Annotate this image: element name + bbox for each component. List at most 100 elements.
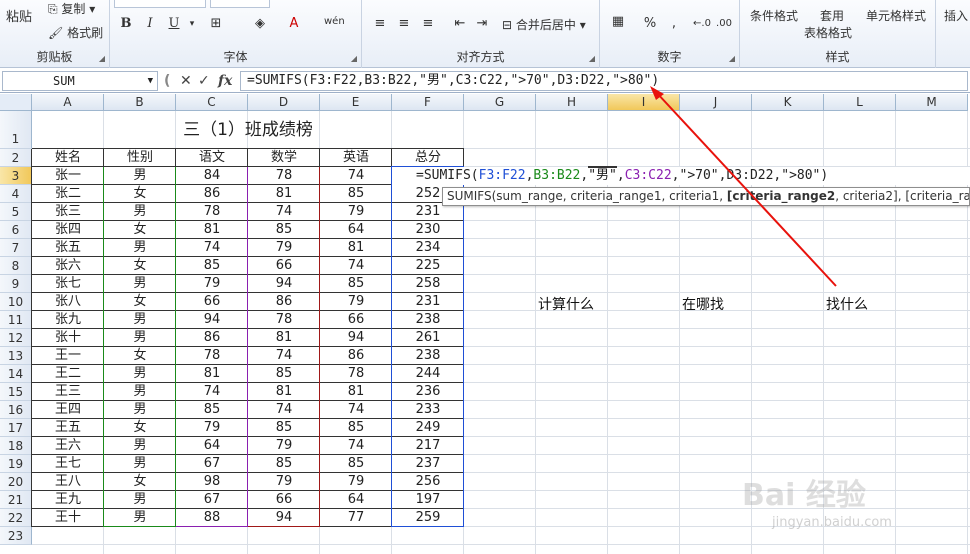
column-header-K[interactable]: K [752, 94, 824, 111]
column-header-J[interactable]: J [680, 94, 752, 111]
data-cell[interactable]: 233 [392, 401, 464, 419]
format-painter-button[interactable]: 🖌 格式刷 [48, 24, 103, 41]
data-cell[interactable]: 256 [392, 473, 464, 491]
data-cell[interactable]: 85 [176, 401, 248, 419]
fill-color-icon[interactable]: ◈ [250, 14, 270, 34]
data-cell[interactable]: 女 [104, 419, 176, 437]
conditional-format-button[interactable]: 条件格式 [750, 7, 798, 24]
data-cell[interactable]: 王七 [32, 455, 104, 473]
data-cell[interactable]: 261 [392, 329, 464, 347]
row-header-18[interactable]: 18 [0, 437, 32, 455]
data-cell[interactable]: 张九 [32, 311, 104, 329]
data-cell[interactable]: 94 [248, 509, 320, 527]
data-cell[interactable]: 王十 [32, 509, 104, 527]
data-cell[interactable]: 74 [248, 347, 320, 365]
font-launcher-icon[interactable]: ◢ [351, 54, 357, 63]
row-header-22[interactable]: 22 [0, 509, 32, 527]
header-cell[interactable]: 语文 [176, 149, 248, 167]
row-header-9[interactable]: 9 [0, 275, 32, 293]
row-header-16[interactable]: 16 [0, 401, 32, 419]
data-cell[interactable]: 231 [392, 293, 464, 311]
name-box-dropdown-icon[interactable]: ▼ [148, 72, 153, 90]
align-left-icon[interactable]: ≡ [370, 14, 390, 34]
data-cell[interactable]: 男 [104, 311, 176, 329]
data-cell[interactable]: 85 [248, 221, 320, 239]
data-cell[interactable]: 女 [104, 185, 176, 203]
data-cell[interactable]: 王八 [32, 473, 104, 491]
data-cell[interactable]: 234 [392, 239, 464, 257]
data-cell[interactable]: 78 [248, 167, 320, 185]
data-cell[interactable]: 男 [104, 275, 176, 293]
underline-button[interactable]: U [164, 14, 184, 34]
name-box[interactable]: SUM ▼ [2, 71, 158, 91]
row-header-19[interactable]: 19 [0, 455, 32, 473]
column-header-L[interactable]: L [824, 94, 896, 111]
data-cell[interactable]: 244 [392, 365, 464, 383]
data-cell[interactable]: 男 [104, 239, 176, 257]
column-header-F[interactable]: F [392, 94, 464, 111]
row-header-2[interactable]: 2 [0, 149, 32, 167]
decrease-indent-icon[interactable]: ⇤ [450, 14, 470, 34]
data-cell[interactable]: 女 [104, 347, 176, 365]
data-cell[interactable]: 86 [176, 329, 248, 347]
data-cell[interactable]: 77 [320, 509, 392, 527]
row-header-10[interactable]: 10 [0, 293, 32, 311]
data-cell[interactable]: 85 [320, 275, 392, 293]
cancel-icon[interactable]: ✕ [180, 71, 192, 91]
data-cell[interactable]: 78 [320, 365, 392, 383]
data-cell[interactable]: 81 [248, 329, 320, 347]
decrease-decimal-icon[interactable]: .00 [714, 14, 734, 34]
data-cell[interactable]: 64 [320, 221, 392, 239]
data-cell[interactable]: 张八 [32, 293, 104, 311]
row-header-12[interactable]: 12 [0, 329, 32, 347]
paste-button[interactable]: 粘贴 [6, 6, 32, 25]
data-cell[interactable]: 197 [392, 491, 464, 509]
data-cell[interactable]: 81 [320, 239, 392, 257]
select-all-corner[interactable] [0, 94, 32, 111]
data-cell[interactable]: 85 [248, 455, 320, 473]
data-cell[interactable]: 74 [320, 257, 392, 275]
header-cell[interactable]: 数学 [248, 149, 320, 167]
data-cell[interactable]: 249 [392, 419, 464, 437]
data-cell[interactable]: 79 [320, 473, 392, 491]
tooltip-current-arg[interactable]: [criteria_range2 [727, 189, 835, 203]
bold-button[interactable]: B [116, 14, 136, 34]
table-format-button-line2[interactable]: 表格格式 [804, 24, 852, 41]
row-header-21[interactable]: 21 [0, 491, 32, 509]
row-header-5[interactable]: 5 [0, 203, 32, 221]
data-cell[interactable]: 张十 [32, 329, 104, 347]
underline-dropdown-icon[interactable]: ▾ [182, 14, 202, 34]
data-cell[interactable]: 81 [248, 185, 320, 203]
row-header-20[interactable]: 20 [0, 473, 32, 491]
data-cell[interactable]: 男 [104, 491, 176, 509]
increase-decimal-icon[interactable]: ←.0 [692, 14, 712, 34]
data-cell[interactable]: 86 [176, 185, 248, 203]
data-cell[interactable]: 64 [320, 491, 392, 509]
column-header-E[interactable]: E [320, 94, 392, 111]
data-cell[interactable]: 85 [320, 185, 392, 203]
phonetic-icon[interactable]: wén [324, 12, 345, 32]
row-header-8[interactable]: 8 [0, 257, 32, 275]
data-cell[interactable]: 259 [392, 509, 464, 527]
font-size-box[interactable] [210, 0, 270, 8]
data-cell[interactable]: 张五 [32, 239, 104, 257]
percent-button[interactable]: % [640, 14, 660, 34]
data-cell[interactable]: 74 [176, 239, 248, 257]
data-cell[interactable]: 85 [248, 419, 320, 437]
data-cell[interactable]: 78 [176, 203, 248, 221]
data-cell[interactable]: 男 [104, 329, 176, 347]
data-cell[interactable]: 王四 [32, 401, 104, 419]
data-cell[interactable]: 74 [320, 437, 392, 455]
accounting-format-icon[interactable]: ▦ [608, 12, 628, 32]
align-right-icon[interactable]: ≡ [418, 14, 438, 34]
data-cell[interactable]: 王九 [32, 491, 104, 509]
column-header-A[interactable]: A [32, 94, 104, 111]
data-cell[interactable]: 79 [248, 239, 320, 257]
italic-button[interactable]: I [140, 14, 160, 34]
data-cell[interactable]: 67 [176, 455, 248, 473]
data-cell[interactable]: 王一 [32, 347, 104, 365]
data-cell[interactable]: 66 [320, 311, 392, 329]
data-cell[interactable]: 张一 [32, 167, 104, 185]
data-cell[interactable]: 张四 [32, 221, 104, 239]
data-cell[interactable]: 男 [104, 455, 176, 473]
